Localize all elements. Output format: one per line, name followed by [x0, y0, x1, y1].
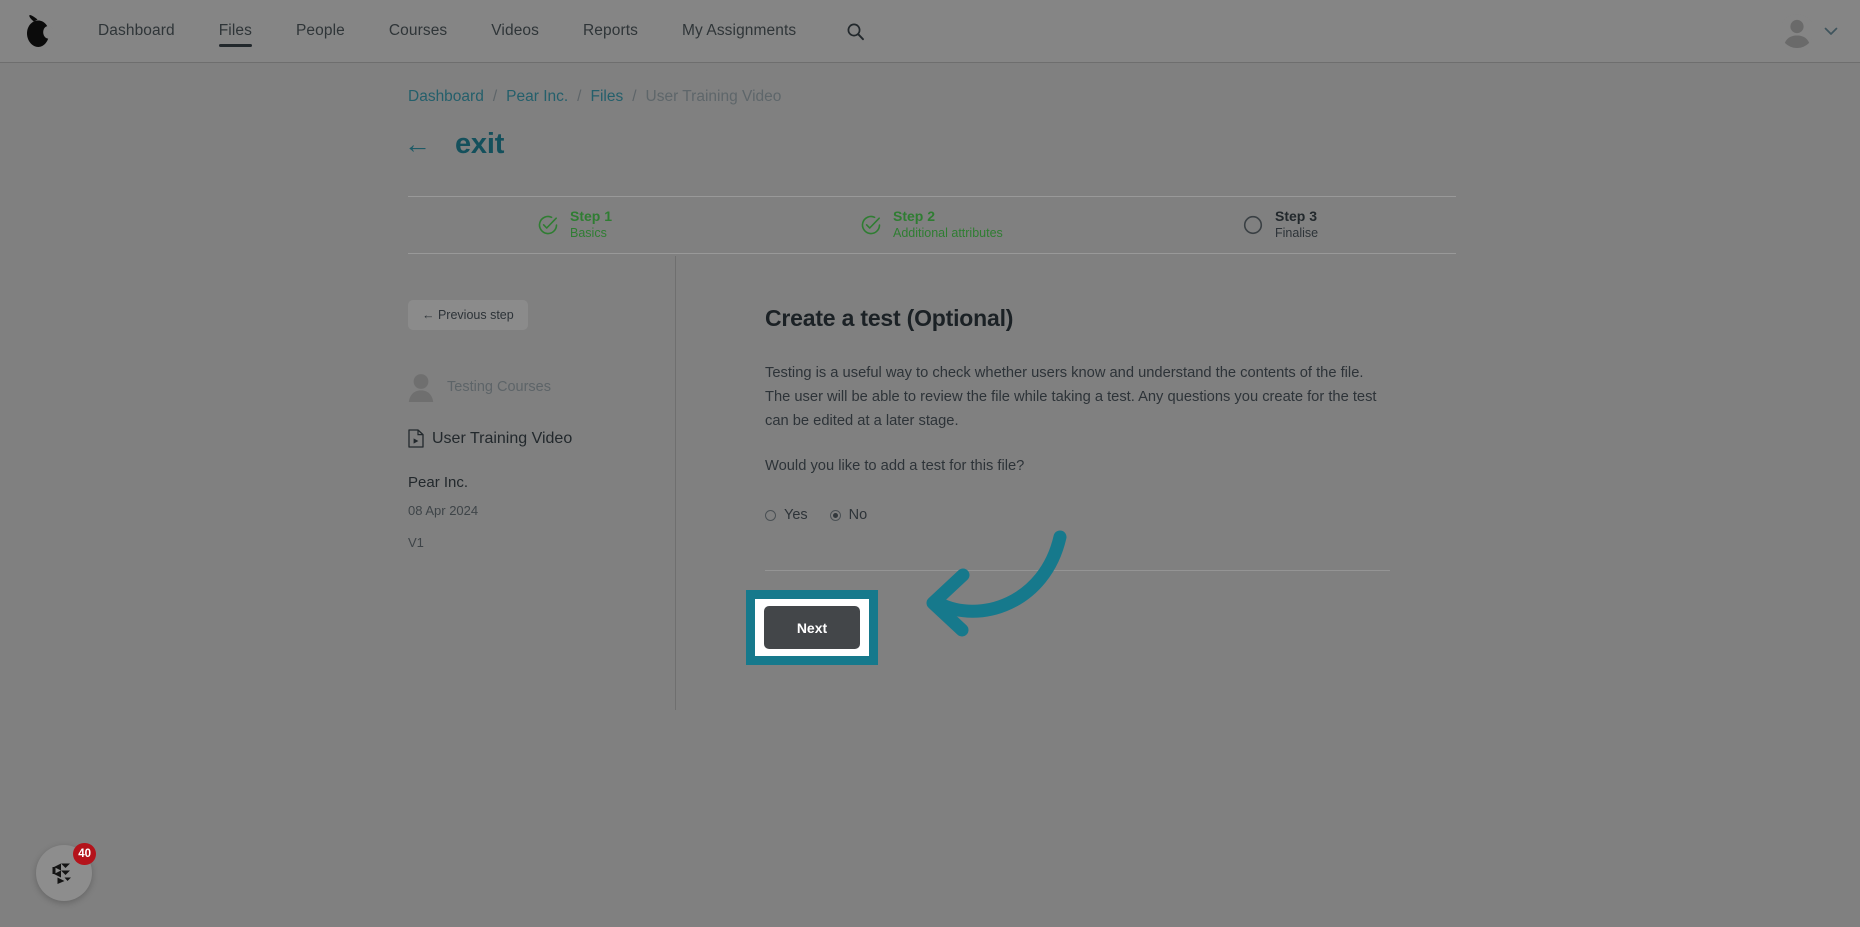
chevron-down-icon[interactable]	[1824, 27, 1838, 36]
notification-badge: 40	[73, 843, 96, 865]
primary-nav-links: Dashboard Files People Courses Videos Re…	[76, 0, 870, 63]
breadcrumb: Dashboard / Pear Inc. / Files / User Tra…	[408, 88, 781, 106]
step-indicator-step-3[interactable]: Step 3 Finalise	[1242, 209, 1318, 240]
question-text: Would you like to add a test for this fi…	[765, 458, 1025, 475]
file-date: 08 Apr 2024	[408, 503, 479, 518]
nav-item-courses[interactable]: Courses	[367, 0, 469, 63]
course-name: Testing Courses	[447, 379, 551, 395]
breadcrumb-separator: /	[632, 88, 637, 105]
step-indicator-step-1[interactable]: Step 1 Basics	[537, 209, 612, 240]
app-logo[interactable]	[0, 0, 76, 63]
step-1-subtitle: Basics	[570, 225, 607, 240]
previous-step-button[interactable]: ← Previous step	[408, 300, 528, 330]
panel-divider	[675, 256, 676, 710]
exit-label: exit	[455, 128, 505, 160]
exit-button[interactable]: ← exit	[404, 128, 504, 161]
file-row: User Training Video	[408, 429, 658, 448]
breadcrumb-separator: /	[577, 88, 582, 105]
step-1-title: Step 1	[570, 208, 613, 225]
nav-item-dashboard[interactable]: Dashboard	[76, 0, 197, 63]
check-circle-icon	[537, 214, 559, 236]
nav-item-files[interactable]: Files	[197, 0, 274, 63]
file-video-icon	[408, 429, 424, 448]
user-avatar-icon	[408, 372, 434, 402]
step-3-title: Step 3	[1275, 208, 1318, 225]
radio-option-yes[interactable]: Yes	[765, 507, 808, 523]
breadcrumb-item-current: User Training Video	[645, 88, 782, 105]
step-indicator-step-2[interactable]: Step 2 Additional attributes	[860, 209, 1003, 240]
description-paragraph: Testing is a useful way to check whether…	[765, 365, 1377, 429]
pear-logo-icon	[23, 13, 53, 49]
step-2-title: Step 2	[893, 208, 936, 225]
help-widget[interactable]: 40	[36, 843, 98, 907]
steps-bottom-divider	[408, 253, 1456, 254]
arrow-left-icon: ←	[404, 129, 431, 159]
radio-yes-label: Yes	[784, 507, 808, 524]
curved-left-arrow-icon	[926, 530, 1067, 637]
breadcrumb-item-pear-inc[interactable]: Pear Inc.	[506, 88, 568, 106]
main-content: Create a test (Optional) Testing is a us…	[765, 305, 1395, 523]
search-icon[interactable]	[840, 16, 870, 46]
breadcrumb-separator: /	[492, 88, 498, 105]
action-area-divider	[765, 570, 1390, 571]
top-navigation-bar: Dashboard Files People Courses Videos Re…	[0, 0, 1860, 63]
file-version: V1	[408, 535, 424, 550]
breadcrumb-item-dashboard[interactable]: Dashboard	[408, 88, 484, 106]
nav-item-people[interactable]: People	[274, 0, 367, 63]
next-button-highlight-inner: Next	[755, 599, 869, 656]
empty-circle-icon	[1242, 214, 1264, 236]
step-2-subtitle: Additional attributes	[893, 225, 1003, 240]
file-name: User Training Video	[432, 429, 573, 447]
radio-yes-indicator[interactable]	[765, 509, 776, 521]
file-info-panel: ← Previous step Testing Courses User Tra…	[408, 300, 658, 550]
page-title: Create a test (Optional)	[765, 305, 1014, 331]
breadcrumb-item-files[interactable]: Files	[590, 88, 623, 106]
next-button-highlight-frame: Next	[746, 590, 878, 665]
radio-no-indicator[interactable]	[829, 509, 841, 521]
nav-item-reports[interactable]: Reports	[561, 0, 660, 63]
step-3-subtitle: Finalise	[1275, 225, 1319, 240]
radio-option-no[interactable]: No	[829, 507, 868, 524]
test-choice-radio-group: Yes No	[765, 507, 1395, 523]
radio-no-label: No	[848, 507, 868, 524]
nav-user-menu[interactable]	[1780, 14, 1860, 48]
nav-item-my-assignments[interactable]: My Assignments	[660, 0, 818, 63]
check-circle-icon	[860, 214, 882, 236]
user-avatar-icon[interactable]	[1780, 14, 1814, 48]
organisation-name: Pear Inc.	[408, 474, 469, 491]
next-button[interactable]: Next	[764, 606, 860, 649]
nav-item-videos[interactable]: Videos	[469, 0, 561, 63]
step-indicator: Step 1 Basics Step 2 Additional attribut…	[408, 197, 1456, 253]
course-row: Testing Courses	[408, 372, 658, 402]
